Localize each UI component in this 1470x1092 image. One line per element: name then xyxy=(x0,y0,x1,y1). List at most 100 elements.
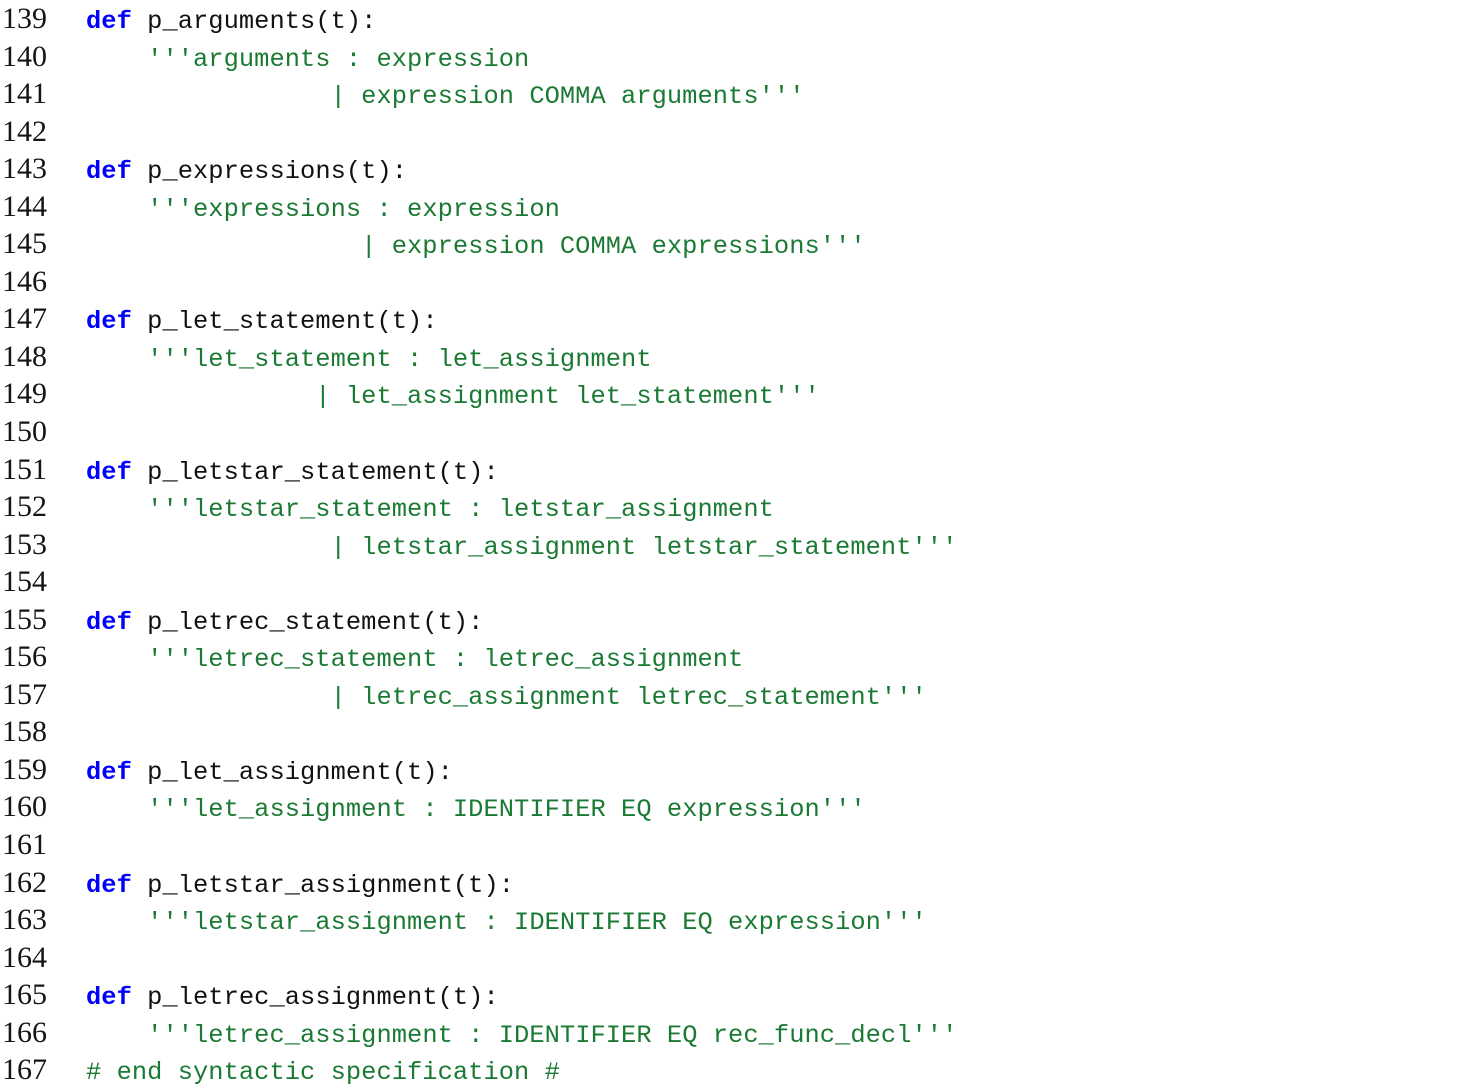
line-code[interactable]: def p_expressions(t): xyxy=(72,153,1470,191)
line-number: 139 xyxy=(2,2,47,35)
code-line[interactable]: 154 xyxy=(0,563,1470,601)
code-line[interactable]: 161 xyxy=(0,826,1470,864)
code-line[interactable]: 152 '''letstar_statement : letstar_assig… xyxy=(0,488,1470,526)
code-line[interactable]: 150 xyxy=(0,413,1470,451)
token-str: | expression COMMA expressions''' xyxy=(86,232,866,262)
token-plain: p_let_statement(t): xyxy=(131,307,438,337)
line-number: 153 xyxy=(2,527,47,561)
code-line[interactable]: 153 | letstar_assignment letstar_stateme… xyxy=(0,526,1470,564)
line-number: 162 xyxy=(2,865,47,899)
line-code[interactable]: def p_letrec_statement(t): xyxy=(72,604,1470,642)
token-plain: p_letstar_statement(t): xyxy=(131,457,499,487)
code-line[interactable]: 147 def p_let_statement(t): xyxy=(0,300,1470,338)
line-number: 158 xyxy=(2,715,47,749)
token-plain: p_letstar_assignment(t): xyxy=(131,870,515,900)
code-line[interactable]: 148 '''let_statement : let_assignment xyxy=(0,338,1470,376)
line-code[interactable]: def p_letstar_statement(t): xyxy=(72,454,1470,492)
line-number: 159 xyxy=(2,752,47,786)
token-str: | letstar_assignment letstar_statement''… xyxy=(86,532,958,562)
token-plain: p_let_assignment(t): xyxy=(131,757,453,787)
line-number: 146 xyxy=(2,264,47,298)
code-line[interactable]: 164 xyxy=(0,939,1470,977)
line-code[interactable]: # end syntactic specification # xyxy=(72,1054,1470,1092)
code-line[interactable]: 167 # end syntactic specification # xyxy=(0,1051,1470,1089)
line-number: 147 xyxy=(2,302,47,336)
line-code[interactable] xyxy=(72,716,1470,754)
line-number: 160 xyxy=(2,790,47,824)
code-line[interactable]: 149 | let_assignment let_statement''' xyxy=(0,375,1470,413)
code-line[interactable]: 163 '''letstar_assignment : IDENTIFIER E… xyxy=(0,901,1470,939)
token-str: | let_assignment let_statement''' xyxy=(86,382,820,412)
line-code[interactable]: | let_assignment let_statement''' xyxy=(72,378,1470,416)
code-line[interactable]: 142 xyxy=(0,113,1470,151)
line-code[interactable]: def p_let_statement(t): xyxy=(72,303,1470,341)
token-str: '''let_assignment : IDENTIFIER EQ expres… xyxy=(147,795,866,825)
code-line[interactable]: 140 '''arguments : expression xyxy=(0,38,1470,76)
line-code[interactable]: | expression COMMA expressions''' xyxy=(72,228,1470,266)
token-str: '''letrec_assignment : IDENTIFIER EQ rec… xyxy=(147,1020,958,1050)
code-line[interactable]: 145 | expression COMMA expressions''' xyxy=(0,225,1470,263)
line-code[interactable] xyxy=(72,116,1470,154)
token-plain: p_expressions(t): xyxy=(131,157,408,187)
token-plain: p_arguments(t): xyxy=(131,7,377,36)
line-number: 156 xyxy=(2,640,47,674)
line-code[interactable] xyxy=(72,942,1470,980)
token-str: | letrec_assignment letrec_statement''' xyxy=(86,682,927,712)
line-code[interactable]: '''let_statement : let_assignment xyxy=(72,341,1470,379)
code-line[interactable]: 159 def p_let_assignment(t): xyxy=(0,751,1470,789)
line-code[interactable]: def p_let_assignment(t): xyxy=(72,754,1470,792)
line-code[interactable] xyxy=(72,566,1470,604)
line-code[interactable]: def p_letrec_assignment(t): xyxy=(72,979,1470,1017)
line-code[interactable]: '''letstar_assignment : IDENTIFIER EQ ex… xyxy=(72,904,1470,942)
line-code[interactable]: def p_letstar_assignment(t): xyxy=(72,867,1470,905)
code-line[interactable]: 157 | letrec_assignment letrec_statement… xyxy=(0,676,1470,714)
code-line[interactable]: 151 def p_letstar_statement(t): xyxy=(0,451,1470,489)
line-code[interactable] xyxy=(72,416,1470,454)
line-number: 142 xyxy=(2,114,47,148)
line-code[interactable]: '''let_assignment : IDENTIFIER EQ expres… xyxy=(72,791,1470,829)
token-kw: def xyxy=(86,307,132,337)
line-number: 161 xyxy=(2,828,47,862)
code-line[interactable]: 144 '''expressions : expression xyxy=(0,188,1470,226)
token-str: '''let_statement : let_assignment xyxy=(147,344,652,374)
token-kw: def xyxy=(86,757,132,787)
code-line[interactable]: 139 def p_arguments(t): xyxy=(0,0,1470,38)
code-line[interactable]: 146 xyxy=(0,263,1470,301)
line-code[interactable]: '''letstar_statement : letstar_assignmen… xyxy=(72,491,1470,529)
line-code[interactable]: def p_arguments(t): xyxy=(72,3,1470,41)
line-code[interactable]: '''expressions : expression xyxy=(72,191,1470,229)
code-line[interactable]: 158 xyxy=(0,713,1470,751)
code-line[interactable]: 162 def p_letstar_assignment(t): xyxy=(0,864,1470,902)
code-line[interactable]: 166 '''letrec_assignment : IDENTIFIER EQ… xyxy=(0,1014,1470,1052)
line-code[interactable]: | letrec_assignment letrec_statement''' xyxy=(72,679,1470,717)
token-str: '''letstar_statement : letstar_assignmen… xyxy=(147,495,774,525)
code-line[interactable]: 160 '''let_assignment : IDENTIFIER EQ ex… xyxy=(0,788,1470,826)
line-number: 164 xyxy=(2,940,47,974)
code-line[interactable]: 155 def p_letrec_statement(t): xyxy=(0,601,1470,639)
code-line[interactable]: 165 def p_letrec_assignment(t): xyxy=(0,976,1470,1014)
code-line[interactable]: 143 def p_expressions(t): xyxy=(0,150,1470,188)
line-code[interactable]: | expression COMMA arguments''' xyxy=(72,78,1470,116)
token-plain: p_letrec_assignment(t): xyxy=(131,983,499,1013)
line-code[interactable]: | letstar_assignment letstar_statement''… xyxy=(72,529,1470,567)
line-code[interactable]: '''letrec_assignment : IDENTIFIER EQ rec… xyxy=(72,1017,1470,1055)
line-code[interactable] xyxy=(72,266,1470,304)
line-number: 154 xyxy=(2,565,47,599)
token-str: | expression COMMA arguments''' xyxy=(86,82,805,112)
line-number: 144 xyxy=(2,189,47,223)
token-str: '''arguments : expression xyxy=(147,44,530,74)
line-code[interactable]: '''arguments : expression xyxy=(72,41,1470,79)
line-code[interactable] xyxy=(72,829,1470,867)
line-number: 150 xyxy=(2,415,47,449)
code-line[interactable]: 141 | expression COMMA arguments''' xyxy=(0,75,1470,113)
token-str: '''letstar_assignment : IDENTIFIER EQ ex… xyxy=(147,908,927,938)
line-code[interactable]: '''letrec_statement : letrec_assignment xyxy=(72,641,1470,679)
code-listing[interactable]: 139 def p_arguments(t): 140 '''arguments :… xyxy=(0,0,1470,1087)
line-number: 165 xyxy=(2,978,47,1012)
code-line[interactable]: 156 '''letrec_statement : letrec_assignm… xyxy=(0,638,1470,676)
line-number: 141 xyxy=(2,77,47,111)
token-plain: p_letrec_statement(t): xyxy=(131,607,484,637)
